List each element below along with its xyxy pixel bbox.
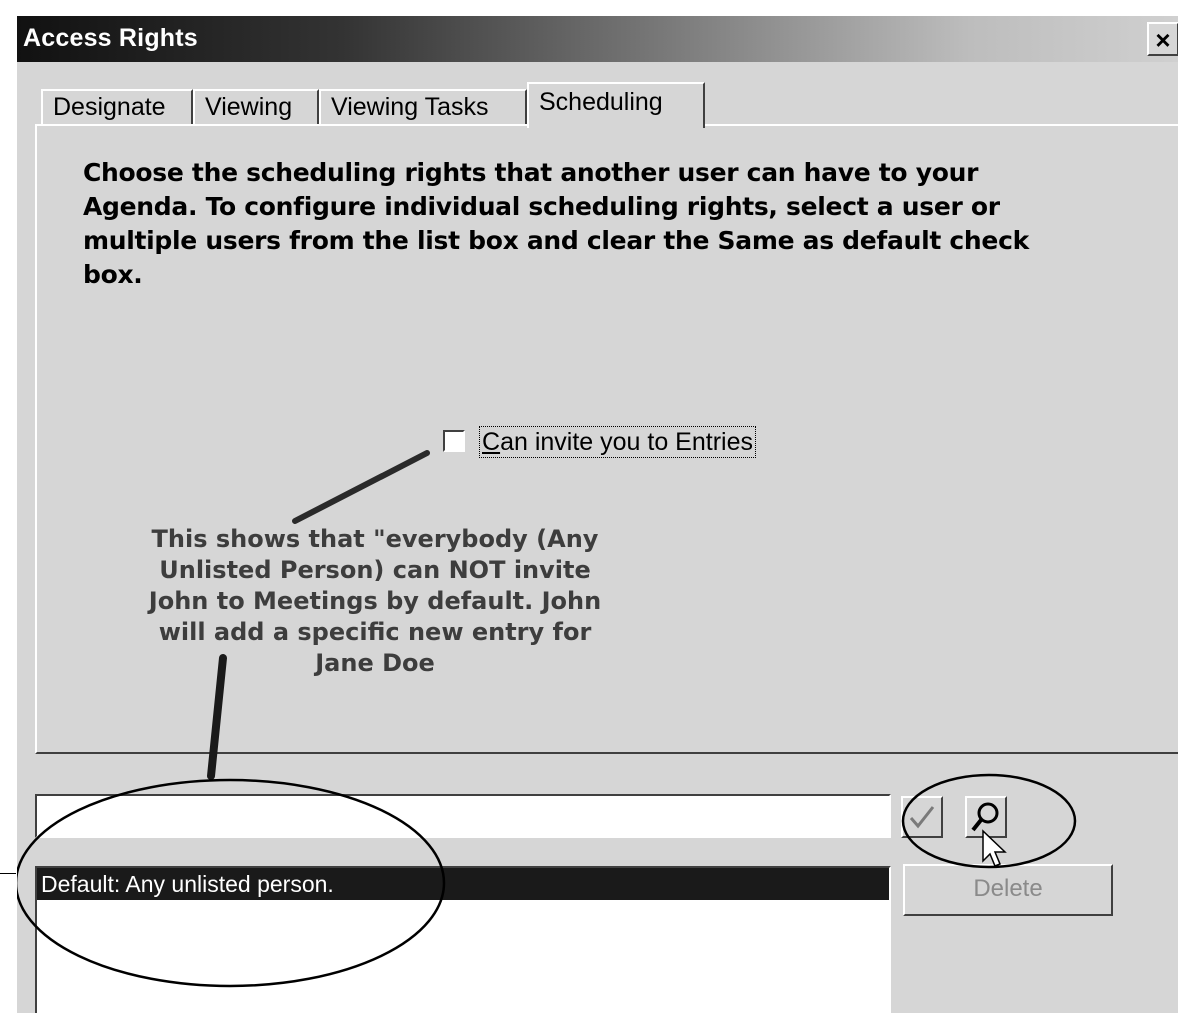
can-invite-label[interactable]: Can invite you to Entries <box>479 426 756 458</box>
close-icon: × <box>1155 25 1171 55</box>
magnifier-icon <box>971 802 999 832</box>
user-search-input[interactable] <box>35 794 891 838</box>
annotation-line: will add a specific new entry for <box>158 618 592 646</box>
list-item[interactable]: Default: Any unlisted person. <box>37 868 889 900</box>
tab-label: Viewing <box>205 93 293 121</box>
user-list[interactable]: Default: Any unlisted person. <box>35 866 891 1013</box>
accesskey-letter: C <box>482 428 501 456</box>
tab-designate[interactable]: Designate <box>41 89 193 125</box>
annotation-line: Unlisted Person) can NOT invite <box>159 556 591 584</box>
annotation-line: This shows that "everybody (Any <box>151 525 599 553</box>
search-user-button[interactable] <box>965 796 1007 838</box>
delete-button[interactable]: Delete <box>903 864 1113 916</box>
annotation-line: Jane Doe <box>315 649 435 677</box>
window-title: Access Rights <box>23 24 198 52</box>
annotation-line: John to Meetings by default. John <box>148 587 602 615</box>
checkmark-icon <box>909 806 935 829</box>
annotation-text: This shows that "everybody (Any Unlisted… <box>105 524 645 679</box>
access-rights-dialog: Access Rights × Designate Viewing Viewin… <box>16 16 1178 1013</box>
title-bar: Access Rights × <box>17 16 1178 62</box>
tab-label: Designate <box>53 93 166 121</box>
tab-viewing[interactable]: Viewing <box>193 89 319 125</box>
close-button[interactable]: × <box>1147 22 1178 56</box>
can-invite-checkbox[interactable] <box>443 430 465 452</box>
can-invite-label-rest: an invite you to Entries <box>500 428 753 456</box>
edge-line <box>0 873 16 874</box>
tab-scheduling[interactable]: Scheduling <box>527 82 705 128</box>
panel-description: Choose the scheduling rights that anothe… <box>83 158 1029 289</box>
tab-label: Viewing Tasks <box>331 93 489 121</box>
accept-user-button[interactable] <box>901 796 943 838</box>
tab-label: Scheduling <box>539 88 663 116</box>
tab-viewing-tasks[interactable]: Viewing Tasks <box>319 89 527 125</box>
